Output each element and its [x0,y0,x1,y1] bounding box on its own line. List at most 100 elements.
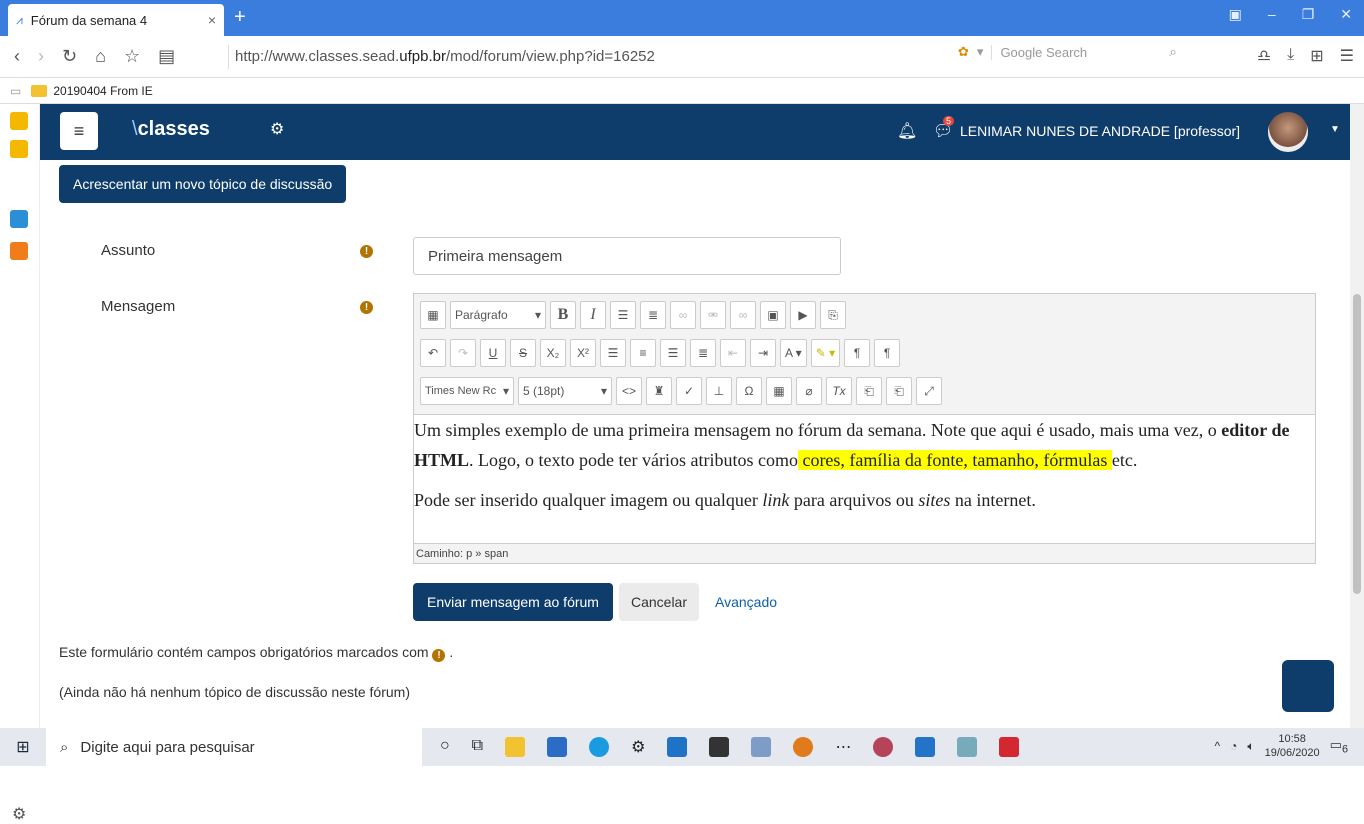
settings-icon[interactable]: ⚙ [631,737,645,757]
download-icon[interactable]: ⤓ [1287,46,1294,66]
app-icon[interactable]: ⋯ [835,737,851,757]
subject-input[interactable]: Primeira mensagem [413,237,841,275]
mail-icon[interactable] [667,737,688,757]
align-center-button[interactable]: ≡ [630,339,656,367]
user-name[interactable]: LENIMAR NUNES DE ANDRADE [professor] [960,123,1240,139]
font-family-select[interactable]: Times New Rc ▾ [420,377,514,405]
volume-icon[interactable]: 🔈︎ [1247,739,1254,754]
link-button[interactable]: ∞ [670,301,696,329]
extensions-icon[interactable]: ⊞ [1310,46,1323,66]
notifications-bell-icon[interactable]: 🔔︎ [897,121,917,141]
undo-button[interactable]: ↶ [420,339,446,367]
settings-icon[interactable]: ⚙ [12,804,26,824]
tips-icon[interactable] [10,210,28,228]
taskbar-search[interactable]: ⌕ Digite aqui para pesquisar [46,728,422,766]
paste-text-button[interactable]: ⎗ [856,377,882,405]
maxthon-search-icon[interactable] [793,737,814,757]
scrollbar-thumb[interactable] [1353,294,1361,594]
media-button[interactable]: ▶ [790,301,816,329]
rtl-button[interactable]: ¶ [874,339,901,367]
superscript-button[interactable]: X² [570,339,596,367]
search-box[interactable]: ✿ ▾ Google Search ⌕ [958,44,1177,60]
special-char-button[interactable]: Ω [736,377,762,405]
add-topic-button[interactable]: Acrescentar um novo tópico de discussão [59,165,347,203]
insert-equation-button[interactable]: ⊥ [706,377,732,405]
site-brand[interactable]: \classes [132,118,210,141]
underline-button[interactable]: U [480,339,506,367]
strikethrough-button[interactable]: S [510,339,536,367]
editor-content[interactable]: Um simples exemplo de uma primeira mensa… [414,415,1315,543]
minimize-icon[interactable]: – [1268,6,1276,23]
window-menu-icon[interactable]: ▣ [1229,6,1242,23]
subscript-button[interactable]: X₂ [540,339,566,367]
format-select[interactable]: Parágrafo ▾ [450,301,546,329]
app-icon[interactable] [873,737,894,757]
app-icon[interactable] [751,737,772,757]
tray-chevron-icon[interactable]: ^ [1215,739,1221,753]
bookmark-folder[interactable]: 20190404 From IE [31,84,153,98]
terminal-icon[interactable] [709,737,730,757]
rss-icon[interactable] [10,242,28,260]
edge-icon[interactable] [589,737,610,757]
fullscreen-button[interactable]: ⤢ [916,377,942,405]
favorites-icon[interactable] [10,112,28,130]
pdf-reader-icon[interactable] [999,737,1020,757]
paste-word-button[interactable]: ⎗ [886,377,912,405]
account-icon[interactable]: ♎ [1257,46,1271,66]
italic-button[interactable]: I [580,301,606,329]
store-icon[interactable] [547,737,568,757]
tab-close-icon[interactable]: × [208,12,216,28]
table-button[interactable]: ▦ [766,377,792,405]
notifications-icon[interactable]: ▭6 [1330,737,1348,756]
html-source-button[interactable]: <> [616,377,642,405]
notes-icon[interactable] [10,140,28,158]
redo-button[interactable]: ↷ [450,339,476,367]
ltr-button[interactable]: ¶ [844,339,871,367]
image-button[interactable]: ▣ [760,301,786,329]
task-view-icon[interactable]: ⧉ [472,737,483,757]
user-menu-caret-icon[interactable]: ▼ [1330,124,1340,135]
numbered-list-button[interactable]: ≣ [640,301,666,329]
align-left-button[interactable]: ☰ [600,339,626,367]
menu-icon[interactable]: ☰ [1340,46,1354,66]
admin-cogs-icon[interactable]: ⚙ [270,119,284,139]
cortana-icon[interactable]: ○ [440,737,450,757]
browser-tab[interactable]: ⩘ Fórum da semana 4 × [8,4,224,36]
floating-action-button[interactable] [1282,660,1334,712]
restore-icon[interactable]: ❐ [1302,6,1315,23]
search-icon[interactable]: ⌕ [1169,44,1176,60]
justify-button[interactable]: ≣ [690,339,716,367]
paint-icon[interactable] [957,737,978,757]
file-manager-button[interactable]: ⎘ [820,301,846,329]
advanced-link[interactable]: Avançado [705,594,777,610]
url-field[interactable]: http://www.classes.sead.ufpb.br/mod/foru… [228,44,655,69]
windows-start-icon[interactable]: ⊞ [0,737,46,757]
new-tab-button[interactable]: + [234,6,246,29]
maxthon-icon[interactable] [915,737,936,757]
reader-icon[interactable]: ▤ [158,46,175,67]
font-size-select[interactable]: 5 (18pt) ▾ [518,377,612,405]
clear-format-button[interactable]: ⌀ [796,377,822,405]
spellcheck-button[interactable]: ✓ [676,377,702,405]
bold-button[interactable]: B [550,301,576,329]
remove-format-button[interactable]: Tx [826,377,852,405]
submit-button[interactable]: Enviar mensagem ao fórum [413,583,613,621]
cancel-button[interactable]: Cancelar [618,583,699,621]
home-icon[interactable]: ⌂ [95,46,106,67]
file-explorer-icon[interactable] [505,737,526,757]
text-color-button[interactable]: A ▾ [780,339,807,367]
bullet-list-button[interactable]: ☰ [610,301,636,329]
back-icon[interactable]: ‹ [14,46,20,67]
page-scrollbar[interactable] [1350,104,1364,728]
outdent-button[interactable]: ⇤ [720,339,746,367]
sidebar-toggle-icon[interactable]: ▭ [10,84,21,98]
anchor-button[interactable]: ∞ [730,301,756,329]
indent-button[interactable]: ⇥ [750,339,776,367]
search-input[interactable]: Google Search [991,44,1161,60]
drawer-toggle-button[interactable]: ≡ [60,112,98,150]
align-right-button[interactable]: ☰ [660,339,686,367]
network-icon[interactable]: ◔ [1230,739,1237,753]
close-window-icon[interactable]: ✕ [1340,6,1352,23]
reload-icon[interactable]: ↻ [62,46,77,67]
favorite-star-icon[interactable]: ☆ [124,46,140,67]
